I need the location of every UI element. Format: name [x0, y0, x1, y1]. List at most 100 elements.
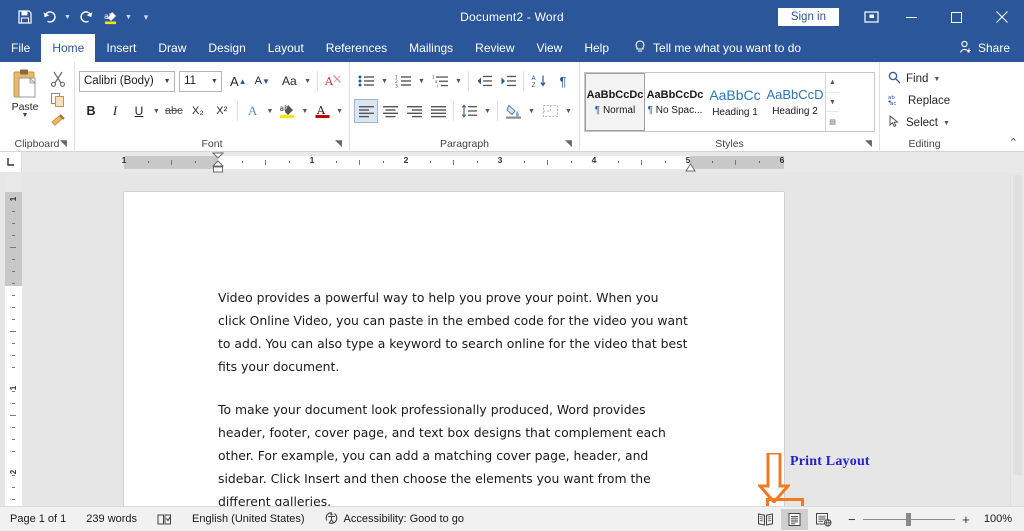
save-icon[interactable] — [14, 6, 36, 28]
tell-me-search[interactable]: Tell me what you want to do — [634, 34, 801, 62]
page-number-status[interactable]: Page 1 of 1 — [0, 507, 76, 531]
format-painter-button[interactable] — [46, 111, 70, 132]
align-left-button[interactable] — [354, 99, 378, 123]
underline-button[interactable]: U — [127, 99, 151, 123]
clear-formatting-button[interactable]: A — [321, 69, 345, 93]
ribbon-display-options-icon[interactable] — [853, 0, 889, 34]
subscript-button[interactable]: X₂ — [186, 99, 210, 123]
superscript-button[interactable]: X² — [210, 99, 234, 123]
increase-indent-button[interactable] — [496, 69, 520, 93]
zoom-slider[interactable]: − + — [846, 512, 972, 527]
language-status[interactable]: English (United States) — [182, 507, 315, 531]
vertical-scrollbar[interactable] — [1010, 175, 1024, 506]
font-name-caret-icon[interactable]: ▼ — [160, 72, 174, 91]
word-count-status[interactable]: 239 words — [76, 507, 147, 531]
vertical-ruler[interactable]: 1 1 2 — [5, 175, 22, 506]
text-highlight-caret-icon[interactable]: ▼ — [299, 99, 310, 123]
text-effects-caret-icon[interactable]: ▼ — [265, 99, 276, 123]
tab-view[interactable]: View — [526, 34, 574, 62]
tab-references[interactable]: References — [315, 34, 398, 62]
styles-scroll-up-icon[interactable]: ▲ — [826, 73, 839, 92]
strikethrough-button[interactable]: abc — [162, 99, 186, 123]
customize-quick-access-toolbar-icon[interactable]: ▾ — [136, 6, 156, 28]
bullets-caret-icon[interactable]: ▼ — [378, 69, 391, 93]
change-case-caret-icon[interactable]: ▼ — [301, 69, 314, 93]
numbering-caret-icon[interactable]: ▼ — [415, 69, 428, 93]
font-dialog-launcher[interactable]: ◥ — [335, 138, 346, 149]
borders-caret-icon[interactable]: ▼ — [562, 99, 575, 123]
font-color-caret-icon[interactable]: ▼ — [334, 99, 345, 123]
proofing-errors-icon[interactable] — [147, 507, 182, 531]
web-layout-view-button[interactable] — [810, 509, 837, 530]
highlight-dropdown-caret-icon[interactable]: ▼ — [123, 6, 134, 28]
tab-mailings[interactable]: Mailings — [398, 34, 464, 62]
tab-file[interactable]: File — [0, 34, 41, 62]
paragraph-dialog-launcher[interactable]: ◥ — [565, 138, 576, 149]
vertical-scrollbar-thumb[interactable] — [1013, 175, 1022, 475]
document-page[interactable]: Video provides a powerful way to help yo… — [124, 192, 784, 506]
collapse-ribbon-icon[interactable]: ⌃ — [1009, 136, 1018, 149]
line-spacing-button[interactable] — [457, 99, 481, 123]
zoom-in-button[interactable]: + — [960, 512, 972, 527]
style-heading-2[interactable]: AaBbCcD Heading 2 — [765, 73, 825, 131]
shading-caret-icon[interactable]: ▼ — [525, 99, 538, 123]
styles-more-icon[interactable]: ▤ — [826, 111, 839, 131]
styles-scroll-down-icon[interactable]: ▼ — [826, 91, 839, 112]
horizontal-ruler[interactable]: 1 1 2 3 4 5 6 — [122, 152, 784, 173]
font-size-caret-icon[interactable]: ▼ — [207, 72, 221, 91]
shading-button[interactable] — [501, 99, 525, 123]
style-heading-1[interactable]: AaBbCc Heading 1 — [705, 73, 765, 131]
italic-button[interactable]: I — [103, 99, 127, 123]
decrease-indent-button[interactable] — [472, 69, 496, 93]
tab-help[interactable]: Help — [573, 34, 620, 62]
align-right-button[interactable] — [402, 99, 426, 123]
redo-icon[interactable] — [75, 6, 97, 28]
font-name-combo[interactable]: Calibri (Body) ▼ — [79, 70, 176, 92]
line-spacing-caret-icon[interactable]: ▼ — [481, 99, 494, 123]
align-center-button[interactable] — [378, 99, 402, 123]
grow-font-button[interactable]: A ▲ — [226, 69, 250, 93]
numbering-button[interactable]: 123 — [391, 69, 415, 93]
styles-dialog-launcher[interactable]: ◥ — [865, 138, 876, 149]
copy-button[interactable] — [46, 89, 70, 110]
show-formatting-marks-button[interactable]: ¶ — [551, 69, 575, 93]
tab-design[interactable]: Design — [197, 34, 256, 62]
zoom-level-label[interactable]: 100% — [980, 513, 1024, 525]
replace-button[interactable]: ab ac Replace — [884, 90, 965, 112]
paste-dropdown-caret-icon[interactable]: ▼ — [22, 112, 29, 119]
text-highlight-color-icon[interactable]: ab — [99, 6, 121, 28]
minimize-icon[interactable] — [889, 0, 934, 34]
tab-stop-selector[interactable] — [0, 152, 22, 172]
undo-dropdown-caret-icon[interactable]: ▼ — [62, 6, 73, 28]
document-text-body[interactable]: Video provides a powerful way to help yo… — [218, 286, 690, 506]
zoom-out-button[interactable]: − — [846, 512, 858, 527]
tab-draw[interactable]: Draw — [147, 34, 197, 62]
justify-button[interactable] — [426, 99, 450, 123]
multilevel-list-button[interactable]: 1ai — [428, 69, 452, 93]
share-button[interactable]: Share — [959, 34, 1010, 62]
style-normal[interactable]: AaBbCcDc ¶ Normal — [585, 73, 645, 131]
bullets-button[interactable] — [354, 69, 378, 93]
select-caret-icon[interactable]: ▼ — [943, 120, 950, 127]
cut-button[interactable] — [46, 68, 70, 89]
text-highlight-button[interactable]: ab — [275, 99, 299, 123]
font-size-combo[interactable]: 11 ▼ — [179, 70, 223, 92]
change-case-button[interactable]: Aa — [277, 69, 301, 93]
sign-in-button[interactable]: Sign in — [777, 8, 839, 26]
text-effects-button[interactable]: A — [241, 99, 265, 123]
read-mode-view-button[interactable] — [752, 509, 779, 530]
find-caret-icon[interactable]: ▼ — [933, 76, 940, 83]
font-color-button[interactable]: A — [310, 99, 334, 123]
select-button[interactable]: Select ▼ — [884, 112, 965, 134]
zoom-slider-thumb[interactable] — [905, 512, 911, 526]
close-icon[interactable] — [979, 0, 1024, 34]
sort-button[interactable]: AZ — [527, 69, 551, 93]
paste-button[interactable]: Paste ▼ — [4, 66, 46, 132]
bold-button[interactable]: B — [79, 99, 103, 123]
zoom-slider-track[interactable] — [862, 512, 955, 526]
clipboard-dialog-launcher[interactable]: ◥ — [60, 138, 71, 149]
style-no-spacing[interactable]: AaBbCcDc ¶ No Spac... — [645, 73, 705, 131]
print-layout-view-button[interactable] — [780, 508, 808, 530]
shrink-font-button[interactable]: A ▼ — [250, 69, 274, 93]
maximize-icon[interactable] — [934, 0, 979, 34]
